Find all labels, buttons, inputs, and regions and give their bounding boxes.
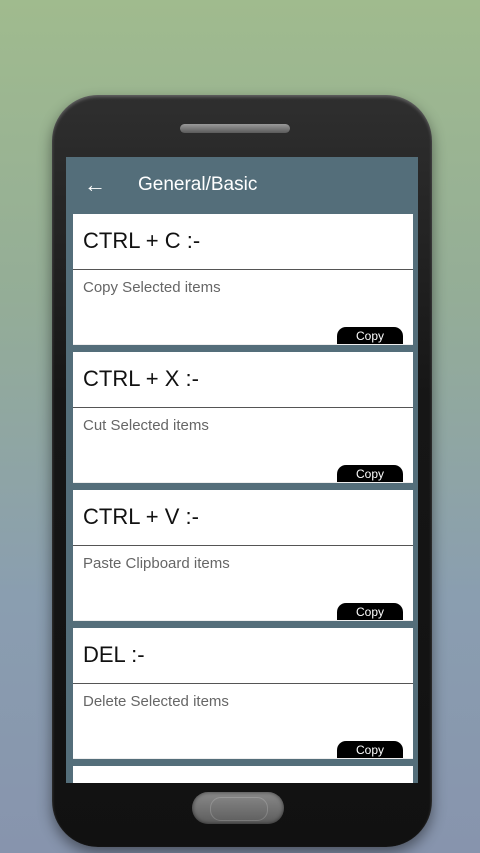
divider: [73, 683, 413, 684]
home-button[interactable]: [192, 792, 284, 824]
app-screen: ← General/Basic CTRL + C :- Copy Selecte…: [66, 157, 418, 783]
copy-button[interactable]: Copy: [337, 603, 403, 620]
arrow-left-icon[interactable]: ←: [66, 157, 124, 213]
shortcut-key: CTRL + X :-: [83, 366, 199, 391]
shortcut-key: CTRL + C :-: [83, 228, 201, 253]
list-item: CTRL + V :- Paste Clipboard items Copy: [73, 490, 413, 621]
list-item: DEL :- Delete Selected items Copy: [73, 628, 413, 759]
divider: [73, 407, 413, 408]
list-item: CTRL + X :- Cut Selected items Copy: [73, 352, 413, 483]
shortcut-description: Copy Selected items: [83, 279, 221, 296]
shortcut-description: Delete Selected items: [83, 693, 229, 710]
phone-frame: ← General/Basic CTRL + C :- Copy Selecte…: [52, 95, 432, 847]
app-bar: ← General/Basic: [66, 157, 418, 213]
copy-button[interactable]: Copy: [337, 465, 403, 482]
shortcut-key: CTRL + V :-: [83, 504, 199, 529]
list-item: [73, 766, 413, 783]
divider: [73, 269, 413, 270]
shortcut-list[interactable]: CTRL + C :- Copy Selected items Copy CTR…: [73, 214, 413, 783]
divider: [73, 545, 413, 546]
home-button-inner: [210, 797, 268, 821]
list-item: CTRL + C :- Copy Selected items Copy: [73, 214, 413, 345]
copy-button[interactable]: Copy: [337, 741, 403, 758]
shortcut-key: DEL :-: [83, 642, 145, 667]
shortcut-description: Cut Selected items: [83, 417, 209, 434]
phone-speaker: [180, 124, 290, 133]
page-title: General/Basic: [138, 174, 258, 195]
shortcut-description: Paste Clipboard items: [83, 555, 230, 572]
copy-button[interactable]: Copy: [337, 327, 403, 344]
